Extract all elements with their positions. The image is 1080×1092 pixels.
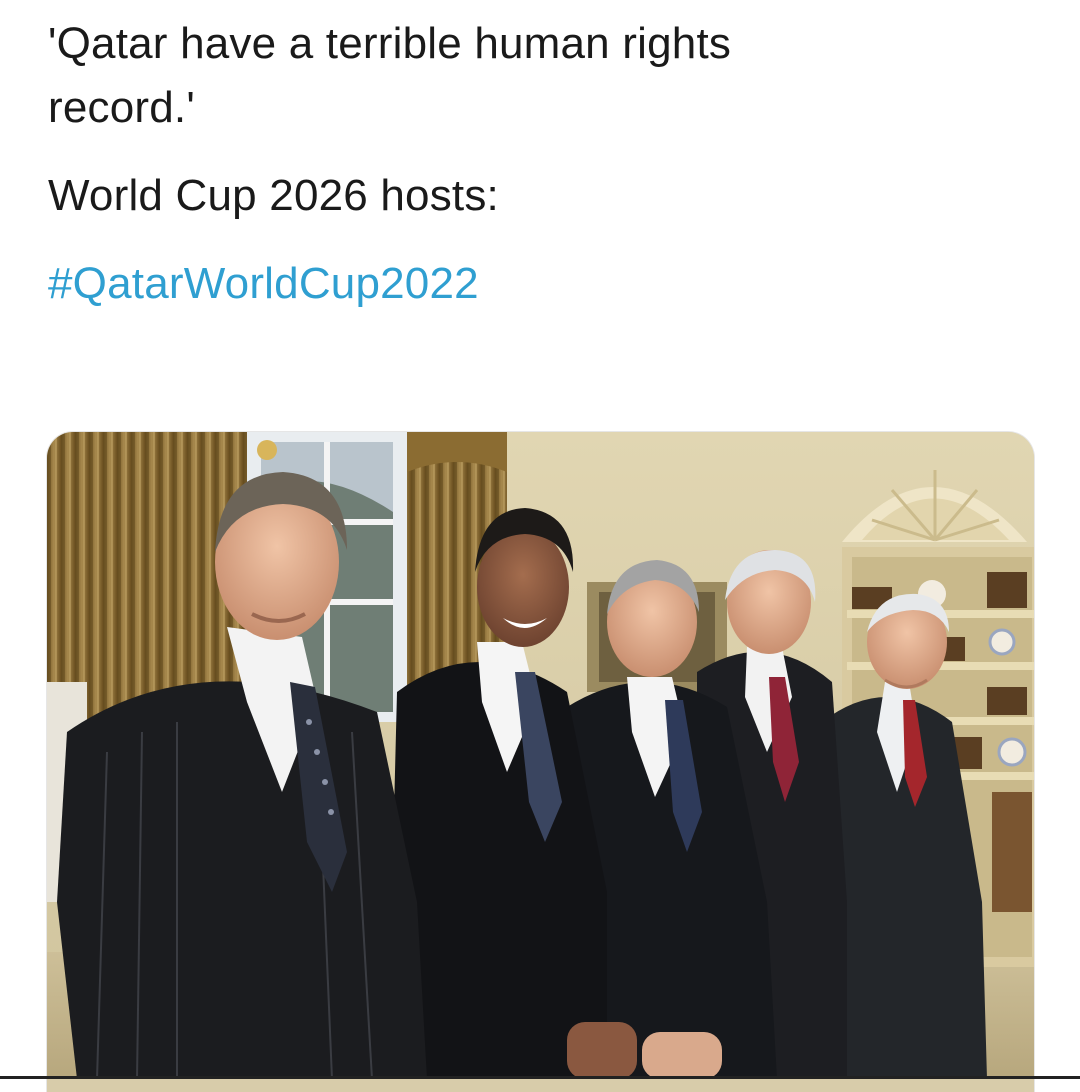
attached-photo[interactable]: [47, 432, 1034, 1092]
tweet-text: 'Qatar have a terrible human rights reco…: [48, 12, 1028, 316]
hashtag-link[interactable]: #QatarWorldCup2022: [48, 252, 1028, 316]
photo-illustration: [47, 432, 1034, 1079]
tweet-line-2: record.': [48, 83, 195, 132]
tweet-line-1: 'Qatar have a terrible human rights: [48, 19, 732, 68]
tweet-card: 'Qatar have a terrible human rights reco…: [0, 0, 1080, 1092]
side-chair: [992, 792, 1032, 912]
tweet-line-3: World Cup 2026 hosts:: [48, 171, 499, 220]
